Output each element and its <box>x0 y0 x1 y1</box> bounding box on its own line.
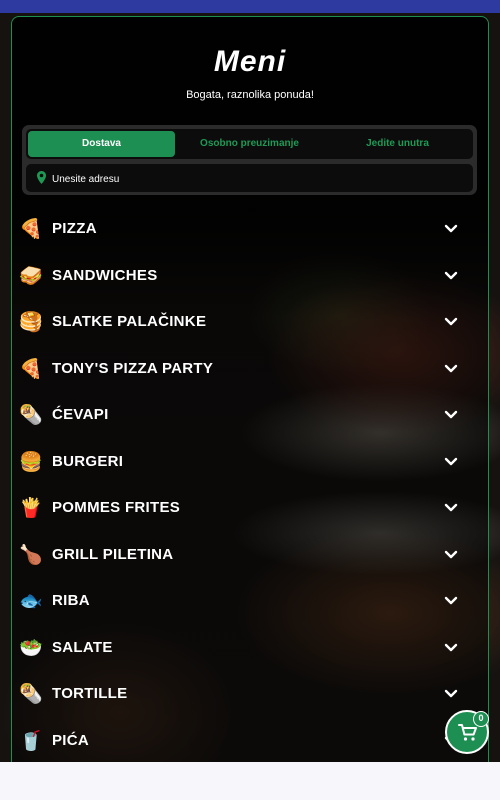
fries-icon: 🍟 <box>19 497 43 519</box>
tab-jedite-unutra[interactable]: Jedite unutra <box>324 131 471 157</box>
drink-icon: 🥤 <box>19 729 43 752</box>
category-row[interactable]: 🍔 BURGERI <box>14 445 464 479</box>
page-title: Meni <box>213 45 287 78</box>
category-label: GRILL PILETINA <box>52 545 174 563</box>
category-row[interactable]: 🍗 GRILL PILETINA <box>14 538 464 572</box>
category-row[interactable]: 🐟 RIBA <box>14 584 464 618</box>
category-label: PIĆA <box>52 731 90 749</box>
category-row[interactable]: 🍕 TONY'S PIZZA PARTY <box>14 352 464 386</box>
category-label: SLATKE PALAČINKE <box>52 313 207 330</box>
chevron-down-icon[interactable] <box>444 410 458 420</box>
category-label: SALATE <box>52 638 113 656</box>
status-bar <box>0 0 500 13</box>
category-label: SANDWICHES <box>52 266 158 284</box>
cevapi-icon: 🌯 <box>19 404 43 426</box>
category-label: BURGERI <box>52 452 124 470</box>
salad-icon: 🥗 <box>19 636 43 659</box>
category-label: TONY'S PIZZA PARTY <box>52 359 214 377</box>
chevron-down-icon[interactable] <box>444 596 458 606</box>
shopping-cart-icon <box>458 724 477 741</box>
category-label: TORTILLE <box>52 685 128 702</box>
category-row[interactable]: 🍕 PIZZA <box>14 212 464 246</box>
category-label: POMMES FRITES <box>52 499 181 516</box>
tortilla-icon: 🌯 <box>19 683 43 705</box>
category-row[interactable]: 🥗 SALATE <box>14 631 464 665</box>
chevron-down-icon[interactable] <box>444 689 458 699</box>
bottom-strip <box>0 762 500 800</box>
address-field[interactable] <box>26 164 473 192</box>
pancake-icon: 🥞 <box>19 311 43 333</box>
category-label: PIZZA <box>52 220 97 237</box>
cart-count-badge: 0 <box>473 711 489 727</box>
chevron-down-icon[interactable] <box>444 224 458 234</box>
address-input[interactable] <box>50 168 454 190</box>
chevron-down-icon[interactable] <box>444 317 458 327</box>
tab-dostava[interactable]: Dostava <box>28 131 175 157</box>
order-options-box: Dostava Osobno preuzimanje Jedite unutra <box>22 125 477 195</box>
order-type-tabs: Dostava Osobno preuzimanje Jedite unutra <box>26 129 473 159</box>
chevron-down-icon[interactable] <box>444 643 458 653</box>
category-row[interactable]: 🥤 PIĆA <box>14 724 464 758</box>
category-label: RIBA <box>52 592 90 609</box>
fish-icon: 🐟 <box>19 590 43 612</box>
chevron-down-icon[interactable] <box>444 364 458 374</box>
grilled-chicken-icon: 🍗 <box>19 543 43 566</box>
chevron-down-icon[interactable] <box>444 271 458 281</box>
chevron-down-icon[interactable] <box>444 550 458 560</box>
chevron-down-icon[interactable] <box>444 457 458 467</box>
category-row[interactable]: 🌯 TORTILLE <box>14 677 464 711</box>
tab-osobno-preuzimanje[interactable]: Osobno preuzimanje <box>176 131 323 157</box>
category-row[interactable]: 🍟 POMMES FRITES <box>14 491 464 525</box>
chevron-down-icon[interactable] <box>444 503 458 513</box>
page-subtitle: Bogata, raznolika ponuda! <box>186 89 314 101</box>
pizza-icon: 🍕 <box>19 218 43 240</box>
burger-icon: 🍔 <box>19 450 43 473</box>
category-row[interactable]: 🥞 SLATKE PALAČINKE <box>14 305 464 339</box>
category-row[interactable]: 🥪 SANDWICHES <box>14 259 464 293</box>
category-row[interactable]: 🌯 ĆEVAPI <box>14 398 464 432</box>
pizza-party-icon: 🍕 <box>19 357 43 380</box>
category-label: ĆEVAPI <box>52 406 109 423</box>
sandwich-icon: 🥪 <box>19 264 43 287</box>
location-pin-icon <box>37 171 46 184</box>
